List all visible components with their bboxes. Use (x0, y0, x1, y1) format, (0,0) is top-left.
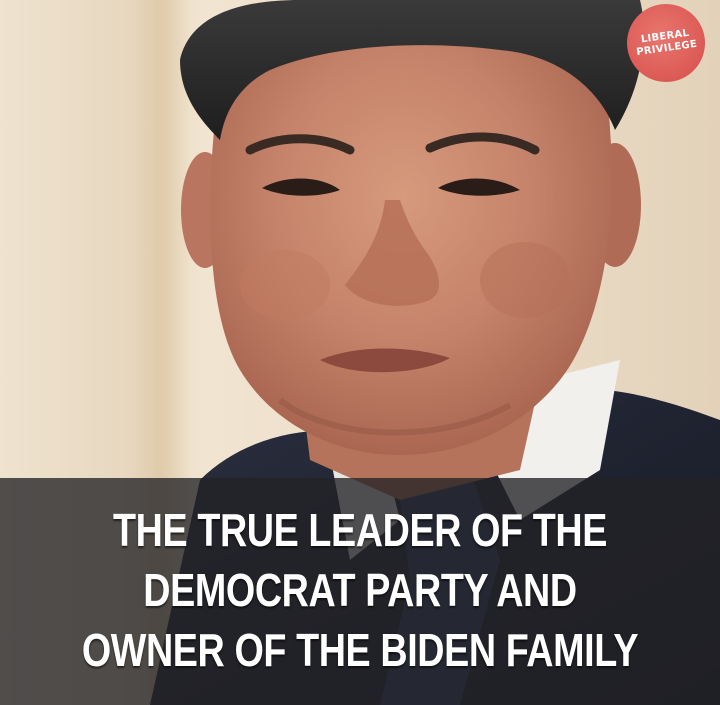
cheek-left (240, 250, 330, 320)
cheek-right (480, 242, 570, 318)
meme-image: LIBERAL PRIVILEGE THE TRUE LEADER OF THE… (0, 0, 720, 705)
caption-line-1: THE TRUE LEADER OF THE (113, 504, 607, 556)
caption-line-2: DEMOCRAT PARTY AND (143, 564, 577, 616)
caption-line-3: OWNER OF THE BIDEN FAMILY (81, 624, 639, 676)
